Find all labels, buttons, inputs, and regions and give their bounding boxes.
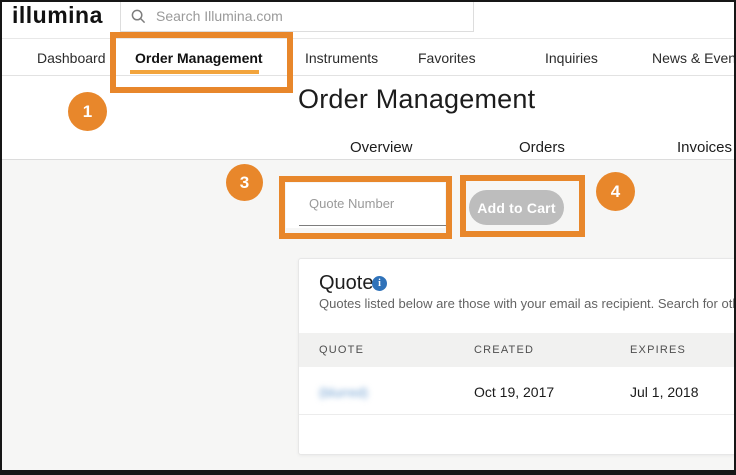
- annotation-callout-1: 1: [68, 92, 107, 131]
- nav-item-favorites[interactable]: Favorites: [418, 50, 476, 66]
- annotation-callout-4: 4: [596, 172, 635, 211]
- nav-item-instruments[interactable]: Instruments: [305, 50, 378, 66]
- search-input[interactable]: Search Illumina.com: [120, 0, 474, 32]
- quotes-card: Quotes i Quotes listed below are those w…: [298, 258, 736, 455]
- quotes-table-header: QUOTE CREATED EXPIRES: [299, 333, 736, 367]
- expires-date-cell: Jul 1, 2018: [630, 384, 699, 400]
- search-icon: [131, 9, 146, 24]
- nav-item-dashboard[interactable]: Dashboard: [37, 50, 106, 66]
- info-icon[interactable]: i: [372, 276, 387, 291]
- annotation-box-add-to-cart: [460, 175, 585, 237]
- tab-orders[interactable]: Orders: [519, 139, 565, 156]
- illumina-logo: illumina: [12, 2, 103, 29]
- column-header-created: CREATED: [474, 344, 534, 356]
- browser-screenshot: illumina Search Illumina.com Dashboard O…: [0, 0, 736, 475]
- search-placeholder: Search Illumina.com: [156, 8, 283, 24]
- tab-invoices[interactable]: Invoices: [677, 139, 732, 156]
- tab-overview[interactable]: Overview: [350, 139, 413, 156]
- column-header-quote: QUOTE: [319, 344, 364, 356]
- created-date-cell: Oct 19, 2017: [474, 384, 554, 400]
- annotation-box-order-management: [110, 32, 293, 93]
- nav-item-inquiries[interactable]: Inquiries: [545, 50, 598, 66]
- annotation-callout-3: 3: [226, 164, 263, 201]
- nav-item-news-events[interactable]: News & Events: [652, 50, 736, 66]
- page-title: Order Management: [298, 84, 535, 115]
- column-header-expires: EXPIRES: [630, 344, 686, 356]
- quote-number-link-redacted[interactable]: (blurred): [319, 385, 368, 400]
- table-row: (blurred) Oct 19, 2017 Jul 1, 2018: [299, 367, 736, 415]
- annotation-box-quote-input: [279, 176, 452, 239]
- quotes-card-subtitle: Quotes listed below are those with your …: [319, 296, 736, 311]
